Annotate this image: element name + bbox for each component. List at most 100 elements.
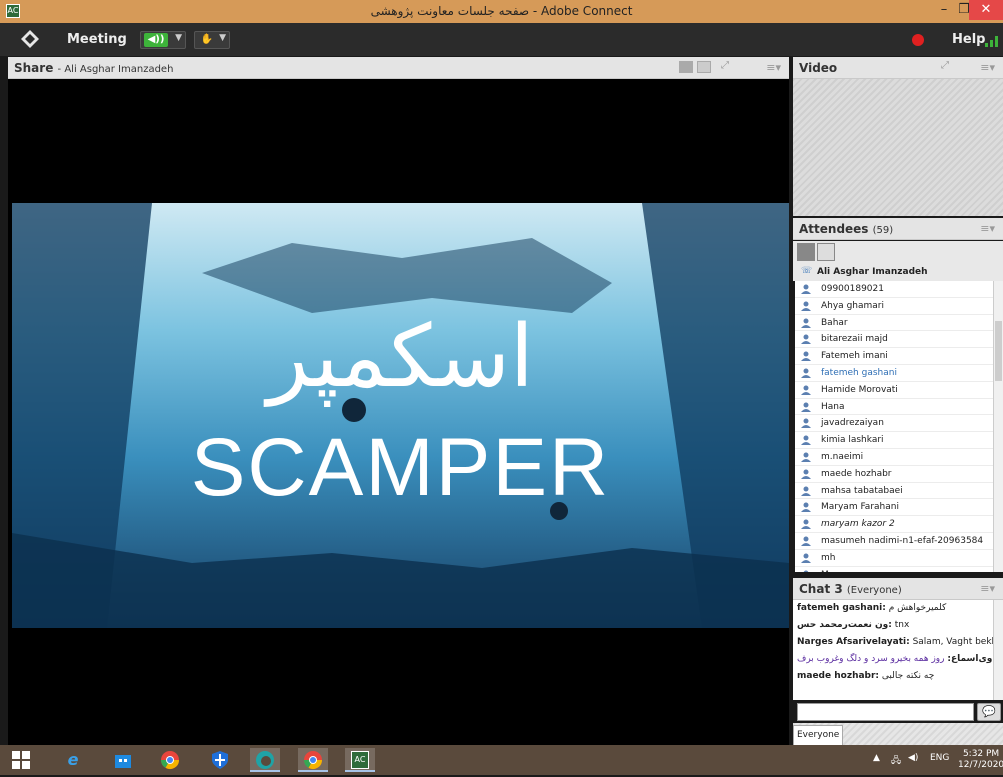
- attendee-row[interactable]: mahsa tabatabaei: [795, 483, 993, 500]
- adobe-connect-taskbar-icon[interactable]: AC: [345, 748, 375, 772]
- chat-text: Salam, Vaght bekheyr: [912, 637, 993, 647]
- send-message-button[interactable]: 💬: [977, 703, 1001, 721]
- attendee-row[interactable]: maede hozhabr: [795, 466, 993, 483]
- volume-icon[interactable]: ◀): [908, 753, 918, 763]
- attendee-row[interactable]: bitarezaii majd: [795, 331, 993, 349]
- user-icon: [801, 452, 811, 462]
- pod-menu-icon[interactable]: ≡▾: [980, 582, 995, 595]
- chat-sender: وی‌اسماع:: [947, 654, 993, 664]
- pod-menu-icon[interactable]: ≡▾: [766, 61, 781, 74]
- attendee-row[interactable]: 09900189021: [795, 281, 993, 298]
- chat-scope: (Everyone): [846, 585, 902, 596]
- user-icon: [801, 536, 811, 546]
- tray-expand-icon[interactable]: ▲: [873, 753, 880, 763]
- meeting-menu[interactable]: Meeting: [67, 32, 127, 47]
- clock-time: 5:32 PM: [962, 749, 1000, 759]
- speaker-icon: ◀)): [144, 33, 168, 47]
- speaker-button[interactable]: ◀)) ▼: [140, 31, 186, 49]
- pod-menu-icon[interactable]: ≡▾: [980, 61, 995, 74]
- status-view-icon[interactable]: [817, 243, 835, 261]
- security-shield-icon[interactable]: [205, 748, 235, 772]
- adobe-connect-logo-icon[interactable]: [20, 29, 40, 49]
- chat-text: چه نکته جالبی: [881, 671, 935, 681]
- window-titlebar: AC صفحه جلسات معاونت پژوهشی - Adobe Conn…: [0, 0, 1003, 23]
- chat-pod-header: Chat 3 (Everyone) ≡▾: [793, 578, 1003, 600]
- attendee-row[interactable]: fatemeh gashani: [795, 365, 993, 382]
- attendee-row[interactable]: masumeh nadimi-n1-efaf-20963584: [795, 533, 993, 550]
- system-clock[interactable]: 5:32 PM 12/7/2020: [958, 749, 1003, 771]
- layout-icon[interactable]: [679, 61, 693, 73]
- user-icon: [801, 486, 811, 496]
- share-pod-header: Share - Ali Asghar Imanzadeh ⤢ ≡▾: [8, 57, 789, 79]
- attendee-name: Bahar: [821, 317, 848, 328]
- scrollbar-thumb[interactable]: [995, 321, 1002, 381]
- user-icon: [801, 502, 811, 513]
- attendee-row[interactable]: Ahya ghamari: [795, 298, 993, 315]
- close-button[interactable]: ✕: [969, 0, 1003, 20]
- attendee-name: fatemeh gashani: [821, 367, 897, 378]
- raise-hand-button[interactable]: ✋ ▼: [194, 31, 230, 49]
- user-icon: [801, 553, 811, 563]
- attendee-name: Maryam Farahani: [821, 502, 899, 513]
- share-pod-title: Share - Ali Asghar Imanzadeh: [14, 61, 174, 75]
- chat-pod-title: Chat 3 (Everyone): [799, 582, 902, 596]
- list-view-icon[interactable]: [797, 243, 815, 261]
- chat-sender: Narges Afsarivelayati:: [797, 637, 910, 647]
- windows-taskbar: e AC ▲ 🖧 ◀) ENG 5:32 PM 12/7/2020: [0, 745, 1003, 775]
- presenter-name: - Ali Asghar Imanzadeh: [57, 64, 174, 75]
- chevron-down-icon: ▼: [175, 33, 182, 43]
- user-icon: [801, 385, 811, 395]
- attendee-name: kimia lashkari: [821, 435, 884, 446]
- user-icon: [801, 284, 811, 294]
- network-icon[interactable]: 🖧: [891, 753, 901, 769]
- chat-message: fatemeh gashani: کلمیرخواهش م: [797, 603, 989, 613]
- chat-text: کلمیرخواهش م: [888, 603, 947, 613]
- chat-scrollbar[interactable]: [993, 600, 1003, 700]
- chat-message: Narges Afsarivelayati: Salam, Vaght bekh…: [797, 637, 993, 647]
- share-content: اسکمپر SCAMPER: [8, 79, 789, 745]
- attendee-list-scrollbar[interactable]: [993, 281, 1003, 572]
- attendee-list: 09900189021 Ahya ghamari Bahar bitarezaii m…: [795, 281, 993, 572]
- windows-start-icon[interactable]: [6, 748, 36, 772]
- video-pod-title: Video: [799, 61, 838, 75]
- attendee-row[interactable]: m.naeimi: [795, 449, 993, 466]
- chrome-icon[interactable]: [155, 748, 185, 772]
- attendee-name: m.naeimi: [821, 451, 864, 462]
- chat-message-input[interactable]: [797, 703, 974, 721]
- edge-icon[interactable]: [250, 748, 280, 772]
- attendee-row[interactable]: Bahar: [795, 315, 993, 332]
- attendee-name: bitarezaii majd: [821, 334, 888, 345]
- window-title: صفحه جلسات معاونت پژوهشی - Adobe Connect: [370, 4, 633, 18]
- recording-indicator-icon: [912, 34, 924, 46]
- attendee-name: 09900189021: [821, 284, 884, 294]
- store-icon[interactable]: [108, 748, 138, 772]
- user-icon: [801, 418, 811, 429]
- help-menu[interactable]: Help: [952, 32, 985, 47]
- pod-menu-icon[interactable]: ≡▾: [980, 222, 995, 235]
- attendee-name: javadrezaiyan: [821, 418, 884, 429]
- chrome-icon-active[interactable]: [298, 748, 328, 772]
- presenter-row[interactable]: ☏ Ali Asghar Imanzadeh: [793, 265, 1003, 281]
- attendee-row[interactable]: mh: [795, 550, 993, 567]
- shared-slide: اسکمپر SCAMPER: [12, 203, 789, 628]
- language-indicator[interactable]: ENG: [930, 753, 949, 763]
- attendee-row[interactable]: Mm: [795, 567, 993, 572]
- internet-explorer-icon[interactable]: e: [58, 748, 88, 772]
- fullscreen-icon[interactable]: ⤢: [721, 60, 729, 71]
- chat-message: maede hozhabr: چه نکته جالبی: [797, 671, 989, 681]
- attendee-row[interactable]: kimia lashkari: [795, 432, 993, 449]
- attendee-row[interactable]: Hana: [795, 399, 993, 416]
- fullscreen-icon[interactable]: ⤢: [941, 60, 949, 71]
- attendee-row[interactable]: Maryam Farahani: [795, 499, 993, 517]
- chat-tab-everyone[interactable]: Everyone: [793, 725, 843, 745]
- chat-sender: maede hozhabr:: [797, 671, 880, 681]
- chat-text: tnx: [894, 620, 910, 630]
- attendee-row[interactable]: Fatemeh imani: [795, 348, 993, 365]
- layout-alt-icon[interactable]: [697, 61, 711, 73]
- user-icon: [801, 351, 811, 362]
- raise-hand-icon: ✋: [200, 34, 214, 45]
- attendee-row[interactable]: maryam kazor 2: [795, 516, 993, 533]
- attendee-row[interactable]: javadrezaiyan: [795, 415, 993, 433]
- attendees-pod-header: Attendees (59) ≡▾: [793, 218, 1003, 240]
- attendee-row[interactable]: Hamide Morovati: [795, 382, 993, 399]
